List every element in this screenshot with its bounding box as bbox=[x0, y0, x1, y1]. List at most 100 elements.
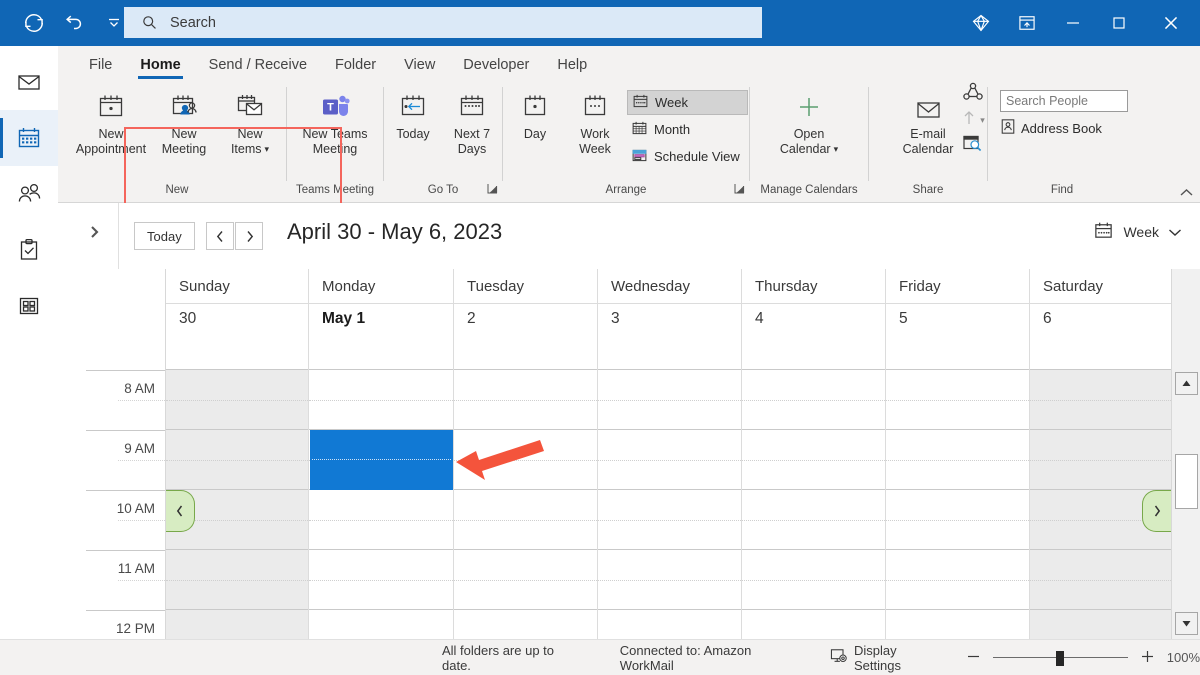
hour-cell[interactable] bbox=[309, 490, 453, 550]
day-header-monday: Monday bbox=[309, 269, 453, 304]
hour-cell[interactable] bbox=[309, 370, 453, 430]
new-teams-meeting-button[interactable]: T New Teams Meeting bbox=[289, 87, 381, 158]
tab-home[interactable]: Home bbox=[126, 48, 194, 81]
day-column-saturday[interactable]: Saturday 6 bbox=[1030, 269, 1171, 639]
hour-cell[interactable] bbox=[886, 490, 1029, 550]
group-label-find: Find bbox=[988, 180, 1136, 199]
share-calendar-icon[interactable] bbox=[961, 81, 985, 108]
hour-cell[interactable] bbox=[454, 490, 597, 550]
zoom-slider-thumb[interactable] bbox=[1056, 651, 1064, 666]
work-week-button[interactable]: Work Week bbox=[567, 87, 623, 158]
day-columns: Sunday 30 Monday May 1 Tuesday bbox=[166, 269, 1171, 639]
go-to-dialog-launcher-icon[interactable] bbox=[487, 183, 498, 197]
search-bar[interactable]: Search bbox=[124, 7, 762, 38]
open-calendar-button[interactable]: Open Calendar ▾ bbox=[763, 87, 855, 158]
hour-cell[interactable] bbox=[454, 550, 597, 610]
hour-cell[interactable] bbox=[309, 550, 453, 610]
previous-week-pill[interactable] bbox=[166, 490, 195, 532]
tab-folder[interactable]: Folder bbox=[321, 48, 390, 81]
previous-week-button[interactable] bbox=[206, 222, 234, 250]
appointment-block[interactable] bbox=[310, 430, 453, 490]
tab-file[interactable]: File bbox=[75, 48, 126, 81]
calendar-scrollbar[interactable] bbox=[1171, 269, 1200, 639]
search-people-input[interactable]: Search People bbox=[1000, 90, 1128, 112]
arrange-dialog-launcher-icon[interactable] bbox=[734, 183, 745, 197]
hour-cell[interactable] bbox=[166, 430, 308, 490]
hour-cell[interactable] bbox=[742, 550, 885, 610]
hour-cell[interactable] bbox=[598, 430, 741, 490]
close-icon[interactable] bbox=[1142, 0, 1200, 46]
day-column-tuesday[interactable]: Tuesday 2 bbox=[454, 269, 598, 639]
hour-cell[interactable] bbox=[454, 370, 597, 430]
zoom-out-button[interactable] bbox=[966, 649, 981, 667]
hour-cell[interactable] bbox=[598, 490, 741, 550]
chevron-down-icon[interactable] bbox=[1168, 224, 1182, 240]
hour-cell[interactable] bbox=[598, 550, 741, 610]
schedule-view-label: Schedule View bbox=[654, 149, 740, 164]
calendar-permissions-icon[interactable] bbox=[962, 133, 984, 158]
hour-cell[interactable] bbox=[742, 430, 885, 490]
minimize-icon[interactable] bbox=[1050, 0, 1096, 46]
rail-item-more-apps[interactable] bbox=[0, 278, 58, 334]
scrollbar-thumb[interactable] bbox=[1175, 454, 1198, 509]
next-week-pill[interactable] bbox=[1142, 490, 1171, 532]
view-switcher[interactable]: Week bbox=[1093, 220, 1182, 244]
next-7-days-button[interactable]: Next 7 Days bbox=[443, 87, 501, 158]
email-calendar-button[interactable]: E-mail Calendar bbox=[893, 87, 963, 158]
day-column-thursday[interactable]: Thursday 4 bbox=[742, 269, 886, 639]
hour-cell[interactable] bbox=[886, 430, 1029, 490]
hour-cell[interactable] bbox=[742, 370, 885, 430]
publish-online-icon[interactable] bbox=[961, 109, 977, 132]
search-icon bbox=[136, 14, 162, 31]
day-column-sunday[interactable]: Sunday 30 bbox=[166, 269, 309, 639]
hour-cell[interactable] bbox=[1030, 370, 1171, 430]
address-book-button[interactable]: Address Book bbox=[1000, 118, 1102, 138]
search-input-placeholder[interactable]: Search bbox=[162, 15, 216, 31]
hour-cell[interactable] bbox=[742, 490, 885, 550]
send-receive-all-icon[interactable] bbox=[14, 4, 54, 42]
rail-item-mail[interactable] bbox=[0, 54, 58, 110]
next-week-button[interactable] bbox=[235, 222, 263, 250]
day-column-wednesday[interactable]: Wednesday 3 bbox=[598, 269, 742, 639]
expand-folder-pane-button[interactable] bbox=[82, 220, 106, 244]
chevron-down-icon[interactable]: ▾ bbox=[980, 115, 985, 126]
new-meeting-button[interactable]: New Meeting bbox=[153, 87, 215, 158]
zoom-in-button[interactable] bbox=[1140, 649, 1155, 667]
undo-icon[interactable] bbox=[54, 4, 94, 42]
tab-send-receive[interactable]: Send / Receive bbox=[195, 48, 321, 81]
tab-developer[interactable]: Developer bbox=[449, 48, 543, 81]
collapse-ribbon-button[interactable] bbox=[1179, 187, 1194, 201]
restore-ribbon-icon[interactable] bbox=[1004, 0, 1050, 46]
hour-cell[interactable] bbox=[598, 370, 741, 430]
tab-help[interactable]: Help bbox=[543, 48, 601, 81]
ribbon-group-new: New Appointment bbox=[68, 81, 286, 199]
today-nav-button[interactable]: Today bbox=[134, 222, 195, 250]
hour-cell[interactable] bbox=[1030, 550, 1171, 610]
rail-item-tasks[interactable] bbox=[0, 222, 58, 278]
hour-cell[interactable] bbox=[1030, 430, 1171, 490]
diamond-icon[interactable] bbox=[958, 0, 1004, 46]
today-button[interactable]: Today bbox=[385, 87, 441, 144]
hour-cell[interactable] bbox=[166, 370, 308, 430]
new-teams-meeting-label-2: Meeting bbox=[313, 142, 357, 157]
day-column-friday[interactable]: Friday 5 bbox=[886, 269, 1030, 639]
week-view-button[interactable]: Week bbox=[627, 90, 748, 115]
day-view-button[interactable]: Day bbox=[507, 87, 563, 144]
tab-view[interactable]: View bbox=[390, 48, 449, 81]
rail-item-people[interactable] bbox=[0, 166, 58, 222]
hour-cell[interactable] bbox=[454, 430, 597, 490]
display-settings-button[interactable]: Display Settings bbox=[830, 643, 942, 673]
hour-cell[interactable] bbox=[166, 550, 308, 610]
scroll-down-button[interactable] bbox=[1175, 612, 1198, 635]
month-view-button[interactable]: Month bbox=[627, 117, 748, 142]
rail-item-calendar[interactable] bbox=[0, 110, 58, 166]
hour-cell[interactable] bbox=[886, 370, 1029, 430]
new-appointment-button[interactable]: New Appointment bbox=[73, 87, 149, 158]
zoom-slider[interactable] bbox=[993, 650, 1128, 666]
maximize-icon[interactable] bbox=[1096, 0, 1142, 46]
new-items-button[interactable]: New Items ▾ bbox=[219, 87, 281, 158]
zoom-level-label[interactable]: 100% bbox=[1167, 650, 1200, 665]
scroll-up-button[interactable] bbox=[1175, 372, 1198, 395]
schedule-view-button[interactable]: Schedule View bbox=[627, 144, 748, 169]
hour-cell[interactable] bbox=[886, 550, 1029, 610]
